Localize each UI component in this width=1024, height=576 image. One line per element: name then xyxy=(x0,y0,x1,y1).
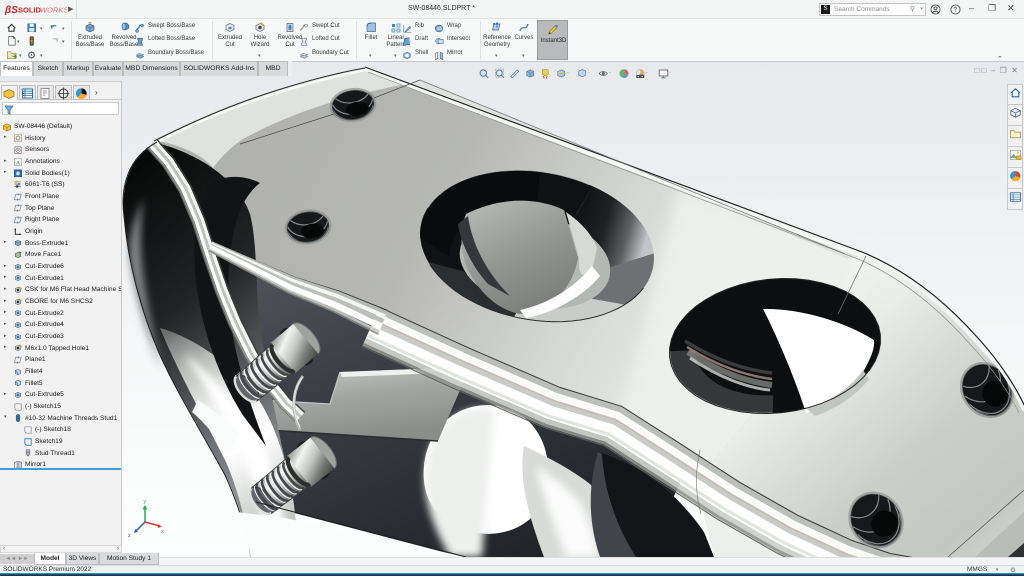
svg-text:WORKS: WORKS xyxy=(40,6,67,15)
svg-text:ab: ab xyxy=(437,26,443,31)
svg-text:x: x xyxy=(161,529,164,535)
svg-text:SOLID: SOLID xyxy=(18,6,42,15)
svg-text:A: A xyxy=(16,160,20,166)
svg-text:βS: βS xyxy=(5,5,18,16)
svg-text:y: y xyxy=(144,499,147,505)
svg-text:?: ? xyxy=(953,7,957,14)
svg-text:z: z xyxy=(128,533,131,539)
